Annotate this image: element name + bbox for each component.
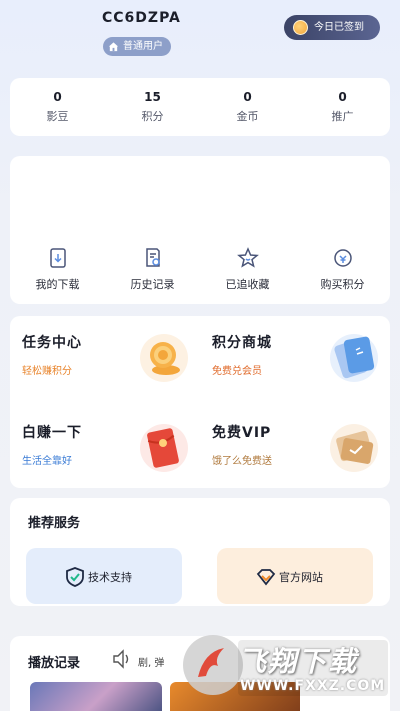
section-title: 播放记录 bbox=[28, 656, 81, 671]
watermark-url: WWW.FXXZ.COM bbox=[240, 678, 386, 694]
stat-label: 积分 bbox=[141, 110, 164, 123]
feature-earn[interactable]: 白赚一下 生活全靠好 bbox=[10, 406, 200, 488]
feature-title: 任务中心 bbox=[22, 335, 82, 351]
home-icon bbox=[108, 42, 119, 52]
coin-icon bbox=[293, 20, 308, 35]
tech-support-button[interactable]: 技术支持 bbox=[26, 548, 182, 604]
stat-gold[interactable]: 0 金币 bbox=[200, 78, 295, 136]
feature-subtitle: 饿了么免费送 bbox=[212, 456, 272, 467]
quick-action-label: 购买积分 bbox=[320, 278, 365, 291]
quick-action-buy-points[interactable]: 购买积分 bbox=[295, 246, 390, 292]
profile-header: CC6DZPA 普通用户 今日已签到 bbox=[0, 0, 400, 75]
section-title: 推荐服务 bbox=[28, 516, 81, 531]
coupon-icon bbox=[330, 424, 378, 472]
stat-value: 0 bbox=[53, 90, 62, 104]
stat-value: 0 bbox=[338, 90, 347, 104]
quick-action-label: 历史记录 bbox=[130, 278, 175, 291]
watermark-text: 飞翔下载 bbox=[238, 645, 359, 678]
stat-promotion[interactable]: 0 推广 bbox=[295, 78, 390, 136]
feature-title: 免费VIP bbox=[212, 425, 272, 441]
speaker-icon bbox=[113, 649, 129, 669]
quick-action-downloads[interactable]: 我的下载 bbox=[10, 246, 105, 292]
feature-subtitle: 轻松赚积分 bbox=[22, 366, 72, 377]
signin-button[interactable]: 今日已签到 bbox=[284, 15, 380, 40]
stat-points[interactable]: 15 积分 bbox=[105, 78, 200, 136]
feature-title: 白赚一下 bbox=[22, 425, 82, 441]
red-envelope-icon bbox=[140, 424, 188, 472]
feature-subtitle: 免费兑会员 bbox=[212, 366, 262, 377]
quick-action-history[interactable]: 历史记录 bbox=[105, 246, 200, 292]
official-site-button[interactable]: 官方网站 bbox=[217, 548, 373, 604]
shield-check-icon bbox=[66, 567, 84, 587]
service-label: 官方网站 bbox=[279, 571, 323, 584]
stat-value: 15 bbox=[144, 90, 161, 104]
diamond-icon bbox=[256, 569, 276, 586]
feature-free-vip[interactable]: 免费VIP 饿了么免费送 bbox=[200, 406, 390, 488]
history-thumbnail[interactable] bbox=[30, 682, 162, 711]
star-icon bbox=[236, 247, 259, 268]
signin-label: 今日已签到 bbox=[314, 22, 364, 33]
stat-label: 影豆 bbox=[46, 110, 69, 123]
service-label: 技术支持 bbox=[88, 571, 132, 584]
features-card: 任务中心 轻松赚积分 积分商城 免费兑会员 白赚一下 生活全靠好 免费VIP 饿… bbox=[10, 316, 390, 488]
user-level-badge[interactable]: 普通用户 bbox=[103, 37, 171, 56]
coin-icon bbox=[333, 249, 352, 267]
stat-beans[interactable]: 0 影豆 bbox=[10, 78, 105, 136]
level-badge-label: 普通用户 bbox=[123, 41, 163, 52]
quick-actions-card: 我的下载 历史记录 已追收藏 购买积分 bbox=[10, 156, 390, 304]
stat-value: 0 bbox=[243, 90, 252, 104]
feature-subtitle: 生活全靠好 bbox=[22, 456, 72, 467]
stat-label: 推广 bbox=[331, 110, 354, 123]
download-icon bbox=[49, 248, 66, 268]
stat-label: 金币 bbox=[236, 110, 259, 123]
recommended-services-card: 推荐服务 技术支持 官方网站 bbox=[10, 498, 390, 606]
ticket-icon bbox=[330, 334, 378, 382]
coin-stack-icon bbox=[140, 334, 188, 382]
quick-action-label: 我的下载 bbox=[35, 278, 80, 291]
username: CC6DZPA bbox=[102, 10, 181, 26]
history-marquee-text: 剧, 弹 bbox=[138, 658, 165, 669]
quick-action-label: 已追收藏 bbox=[225, 278, 270, 291]
feature-title: 积分商城 bbox=[212, 335, 272, 351]
feature-task-center[interactable]: 任务中心 轻松赚积分 bbox=[10, 316, 200, 398]
quick-action-favorites[interactable]: 已追收藏 bbox=[200, 246, 295, 292]
stats-card: 0 影豆 15 积分 0 金币 0 推广 bbox=[10, 78, 390, 136]
feature-points-mall[interactable]: 积分商城 免费兑会员 bbox=[200, 316, 390, 398]
history-icon bbox=[145, 248, 160, 267]
